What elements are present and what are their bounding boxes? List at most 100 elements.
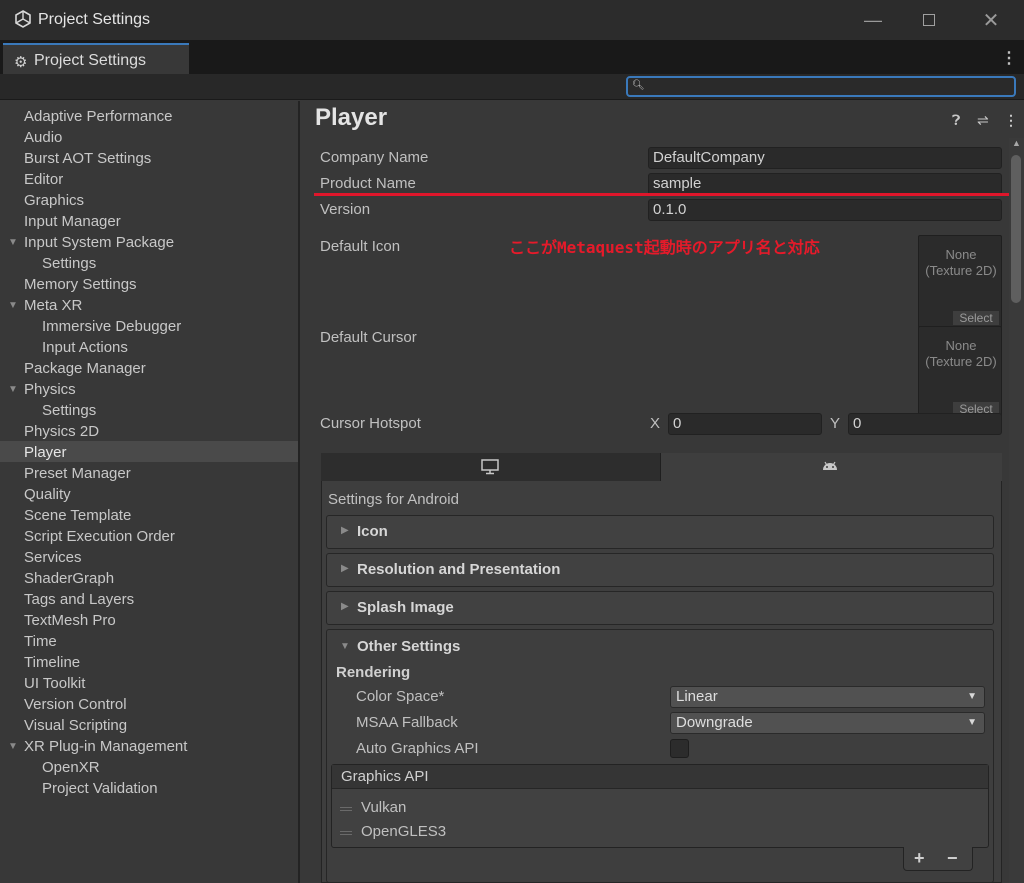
color-space-label: Color Space* xyxy=(356,688,445,705)
graphics-api-name: Vulkan xyxy=(361,799,407,816)
sidebar-item-version-control[interactable]: Version Control xyxy=(24,694,127,715)
android-icon xyxy=(823,461,837,470)
sidebar-item-preset-manager[interactable]: Preset Manager xyxy=(24,463,131,484)
auto-graphics-api-label: Auto Graphics API xyxy=(356,740,479,757)
search-input[interactable]: 🔍︎ xyxy=(626,76,1016,97)
color-space-dropdown[interactable]: Linear ▼ xyxy=(670,686,985,708)
graphics-api-header: Graphics API xyxy=(332,765,988,789)
sidebar-item-visual-scripting[interactable]: Visual Scripting xyxy=(24,715,127,736)
section-icon[interactable]: ▶ Icon xyxy=(326,515,994,549)
auto-graphics-api-checkbox[interactable] xyxy=(670,739,689,758)
sidebar-item-physics-2d[interactable]: Physics 2D xyxy=(24,421,99,442)
help-icon[interactable]: ❓︎ xyxy=(952,112,960,129)
expand-arrow-icon[interactable]: ▼ xyxy=(8,300,18,311)
sidebar-item-input-system-package[interactable]: Input System Package xyxy=(24,232,174,253)
default-icon-label: Default Icon xyxy=(320,238,401,255)
window-titlebar: Project Settings — ✕ xyxy=(0,0,1024,40)
list-item[interactable]: Vulkan xyxy=(332,799,988,821)
sidebar-item-tags-and-layers[interactable]: Tags and Layers xyxy=(24,589,134,610)
sidebar-item-script-execution-order[interactable]: Script Execution Order xyxy=(24,526,175,547)
sidebar-item-settings[interactable]: Settings xyxy=(42,400,96,421)
default-cursor-texture-slot[interactable]: None (Texture 2D) Select xyxy=(918,326,1002,419)
scrollbar-thumb[interactable] xyxy=(1011,155,1021,303)
hotspot-y-label: Y xyxy=(830,415,841,432)
company-name-field[interactable]: DefaultCompany xyxy=(648,147,1002,169)
minimize-button[interactable]: — xyxy=(850,0,896,40)
dropdown-arrow-icon: ▼ xyxy=(967,691,977,702)
rendering-heading: Rendering xyxy=(336,664,411,681)
sidebar-item-immersive-debugger[interactable]: Immersive Debugger xyxy=(42,316,181,337)
maximize-button[interactable] xyxy=(906,0,952,40)
sidebar-item-audio[interactable]: Audio xyxy=(24,127,62,148)
msaa-fallback-dropdown[interactable]: Downgrade ▼ xyxy=(670,712,985,734)
tab-project-settings[interactable]: ⚙ Project Settings xyxy=(3,43,189,74)
sidebar-item-player[interactable]: Player xyxy=(24,442,67,463)
sidebar-item-quality[interactable]: Quality xyxy=(24,484,71,505)
collapse-arrow-icon[interactable]: ▼ xyxy=(340,641,350,652)
drag-handle-icon[interactable] xyxy=(340,831,352,835)
sidebar-item-openxr[interactable]: OpenXR xyxy=(42,757,100,778)
version-field[interactable]: 0.1.0 xyxy=(648,199,1002,221)
sidebar-item-input-manager[interactable]: Input Manager xyxy=(24,211,121,232)
section-title: Icon xyxy=(357,523,388,540)
sidebar-item-burst-aot-settings[interactable]: Burst AOT Settings xyxy=(24,148,151,169)
texture-none-label: None xyxy=(945,247,977,262)
sidebar-item-meta-xr[interactable]: Meta XR xyxy=(24,295,82,316)
select-texture-button[interactable]: Select xyxy=(953,311,999,325)
hotspot-x-field[interactable]: 0 xyxy=(668,413,822,435)
window-menu-button[interactable]: ⋮ xyxy=(1001,48,1017,68)
expand-arrow-icon: ▶ xyxy=(341,563,349,574)
section-resolution-presentation[interactable]: ▶ Resolution and Presentation xyxy=(326,553,994,587)
hotspot-y-field[interactable]: 0 xyxy=(848,413,1002,435)
default-icon-texture-slot[interactable]: None (Texture 2D) Select xyxy=(918,235,1002,328)
close-button[interactable]: ✕ xyxy=(968,0,1014,40)
add-icon[interactable]: + xyxy=(914,848,925,869)
sidebar-item-adaptive-performance[interactable]: Adaptive Performance xyxy=(24,106,172,127)
version-label: Version xyxy=(320,201,371,218)
scroll-up-icon[interactable]: ▲ xyxy=(1012,138,1021,148)
tab-android-platform[interactable] xyxy=(661,453,1002,481)
sidebar-item-memory-settings[interactable]: Memory Settings xyxy=(24,274,137,295)
sidebar-item-physics[interactable]: Physics xyxy=(24,379,76,400)
more-options-icon[interactable]: ⋮ xyxy=(1004,112,1018,129)
cursor-hotspot-label: Cursor Hotspot xyxy=(320,415,421,432)
sidebar-item-shadergraph[interactable]: ShaderGraph xyxy=(24,568,114,589)
sidebar-item-project-validation[interactable]: Project Validation xyxy=(42,778,158,799)
sidebar-item-timeline[interactable]: Timeline xyxy=(24,652,80,673)
drag-handle-icon[interactable] xyxy=(340,807,352,811)
graphics-api-name: OpenGLES3 xyxy=(361,823,447,840)
section-splash-image[interactable]: ▶ Splash Image xyxy=(326,591,994,625)
sidebar-item-ui-toolkit[interactable]: UI Toolkit xyxy=(24,673,85,694)
product-name-field[interactable]: sample xyxy=(648,173,1002,195)
list-add-remove-controls: + − xyxy=(903,847,973,871)
annotation-text: ここがMetaquest起動時のアプリ名と対応 xyxy=(509,238,820,257)
expand-arrow-icon: ▶ xyxy=(341,601,349,612)
sidebar-item-xr-plug-in-management[interactable]: XR Plug-in Management xyxy=(24,736,187,757)
color-space-value: Linear xyxy=(676,688,718,705)
sidebar-item-input-actions[interactable]: Input Actions xyxy=(42,337,128,358)
default-cursor-label: Default Cursor xyxy=(320,329,417,346)
tab-desktop-platform[interactable] xyxy=(321,453,661,481)
section-title[interactable]: Other Settings xyxy=(357,638,460,655)
gear-icon: ⚙ xyxy=(14,54,28,71)
sidebar-item-settings[interactable]: Settings xyxy=(42,253,96,274)
window-title: Project Settings xyxy=(38,11,151,28)
page-title: Player xyxy=(315,104,388,131)
sidebar-item-services[interactable]: Services xyxy=(24,547,82,568)
texture-type-label: (Texture 2D) xyxy=(925,354,997,369)
tab-label: Project Settings xyxy=(34,52,147,69)
list-item[interactable]: OpenGLES3 xyxy=(332,823,988,845)
sidebar-item-textmesh-pro[interactable]: TextMesh Pro xyxy=(24,610,116,631)
unity-logo-icon xyxy=(15,10,31,28)
sidebar-item-time[interactable]: Time xyxy=(24,631,57,652)
expand-arrow-icon[interactable]: ▼ xyxy=(8,237,18,248)
remove-icon[interactable]: − xyxy=(947,848,958,869)
expand-arrow-icon[interactable]: ▼ xyxy=(8,741,18,752)
sidebar-item-graphics[interactable]: Graphics xyxy=(24,190,84,211)
sidebar-item-editor[interactable]: Editor xyxy=(24,169,63,190)
preset-icon[interactable]: ⇌ xyxy=(977,112,989,129)
expand-arrow-icon[interactable]: ▼ xyxy=(8,384,18,395)
maximize-icon xyxy=(923,14,935,26)
sidebar-item-package-manager[interactable]: Package Manager xyxy=(24,358,146,379)
sidebar-item-scene-template[interactable]: Scene Template xyxy=(24,505,131,526)
